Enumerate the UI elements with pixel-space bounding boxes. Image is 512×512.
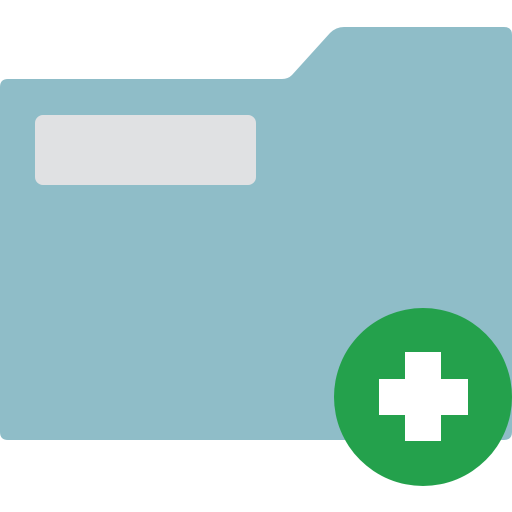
add-folder-graphic bbox=[0, 27, 512, 486]
folder-label-placeholder bbox=[35, 115, 256, 185]
add-folder-icon bbox=[0, 0, 512, 512]
